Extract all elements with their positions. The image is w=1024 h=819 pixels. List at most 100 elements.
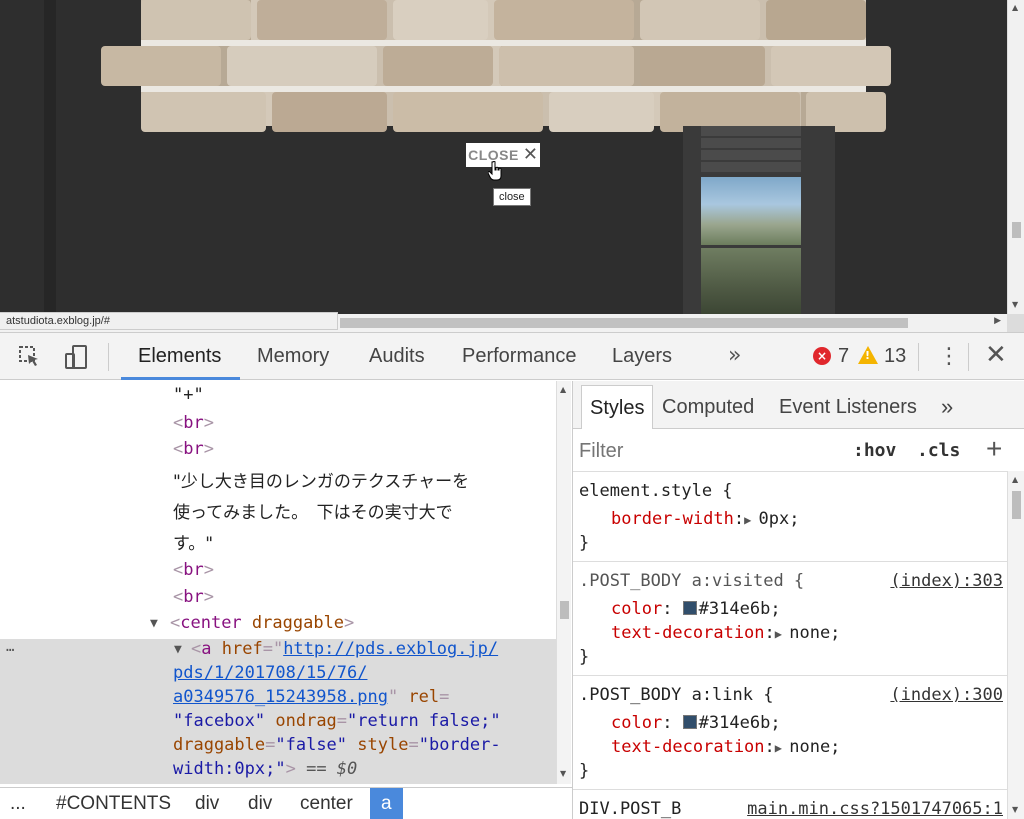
br-node[interactable]: <br> — [173, 560, 214, 580]
scroll-right-icon[interactable]: ▶ — [994, 316, 1001, 326]
expand-triangle-icon[interactable]: ▶ — [775, 741, 789, 755]
node-actions-icon[interactable]: … — [6, 639, 14, 655]
text-node[interactable]: 使ってみました。 下はその実寸大で — [173, 498, 453, 523]
device-toolbar-icon[interactable] — [62, 343, 90, 371]
breadcrumb-ellipsis[interactable]: ... — [4, 788, 32, 819]
breadcrumb-div[interactable]: div — [242, 788, 278, 819]
warning-count[interactable]: 13 — [884, 333, 906, 380]
expand-triangle-icon[interactable]: ▶ — [744, 513, 758, 527]
close-brace: } — [579, 761, 590, 781]
tab-computed[interactable]: Computed — [654, 385, 762, 429]
scroll-up-icon[interactable]: ▲ — [560, 385, 566, 394]
scroll-down-icon[interactable]: ▼ — [1012, 805, 1018, 814]
hov-toggle[interactable]: :hov — [853, 440, 896, 461]
br-node[interactable]: <br> — [173, 439, 214, 459]
text-node-content: "+" — [173, 385, 204, 405]
scroll-up-icon[interactable]: ▲ — [1012, 475, 1018, 484]
rule-property[interactable]: text-decoration:▶ none; — [611, 737, 840, 757]
rule-source-link[interactable]: (index):303 — [890, 571, 1003, 591]
property-value[interactable]: #314e6b; — [699, 599, 781, 619]
text-node[interactable]: "少し大き目のレンガのテクスチャーを — [173, 467, 469, 492]
expand-triangle-icon[interactable]: ▼ — [174, 642, 182, 657]
more-options-icon[interactable]: ⋮ — [938, 333, 960, 380]
scrollbar-thumb[interactable] — [1012, 222, 1021, 238]
breadcrumb-contents[interactable]: #CONTENTS — [50, 788, 177, 819]
thumbnail-building[interactable] — [701, 177, 801, 245]
tab-memory[interactable]: Memory — [257, 333, 329, 380]
tab-performance[interactable]: Performance — [462, 333, 577, 380]
center-node[interactable]: <center draggable> — [170, 613, 354, 633]
property-name[interactable]: text-decoration — [611, 737, 765, 757]
close-button[interactable]: CLOSE ✕ — [466, 143, 540, 167]
scroll-down-icon[interactable]: ▼ — [560, 769, 566, 778]
a-node-cont: draggable="false" style="border- — [173, 735, 501, 755]
tab-event-listeners[interactable]: Event Listeners — [771, 385, 925, 429]
new-rule-icon[interactable]: + — [986, 433, 1002, 465]
elements-scrollbar[interactable]: ▲ ▼ — [556, 381, 571, 784]
scrollbar-thumb[interactable] — [560, 601, 569, 619]
tag-name: center — [180, 613, 242, 633]
tab-styles[interactable]: Styles — [581, 385, 654, 429]
page-vertical-scrollbar[interactable]: ▲ ▼ — [1007, 0, 1024, 314]
thumbnail-brick[interactable] — [701, 126, 801, 174]
expand-triangle-icon[interactable]: ▼ — [150, 616, 158, 631]
more-tabs-icon[interactable]: » — [933, 385, 961, 429]
color-swatch[interactable] — [682, 715, 697, 729]
property-value[interactable]: none; — [789, 623, 840, 643]
styles-scrollbar[interactable]: ▲ ▼ — [1007, 471, 1024, 819]
href-link[interactable]: pds/1/201708/15/76/ — [173, 663, 367, 683]
tab-layers[interactable]: Layers — [612, 333, 672, 380]
rule-property[interactable]: color: #314e6b; — [611, 713, 781, 733]
rule-source-link[interactable]: main.min.css?1501747065:1 — [747, 799, 1003, 819]
page-viewport: CLOSE ✕ close ▲ ▼ ▶ atstudiota.exblog.jp… — [0, 0, 1024, 332]
attr-value: "return false;" — [347, 711, 501, 731]
tab-audits[interactable]: Audits — [369, 333, 425, 380]
cls-toggle[interactable]: .cls — [917, 440, 960, 461]
expand-triangle-icon[interactable]: ▶ — [775, 627, 789, 641]
breadcrumb-a[interactable]: a — [370, 788, 403, 819]
rule-property[interactable]: color: #314e6b; — [611, 599, 781, 619]
brick-texture-image — [101, 0, 891, 132]
inspect-element-icon[interactable] — [16, 343, 44, 371]
text-node[interactable]: す。" — [173, 529, 213, 554]
tag-name: br — [183, 439, 204, 459]
property-value[interactable]: #314e6b; — [699, 713, 781, 733]
scroll-up-icon[interactable]: ▲ — [1012, 3, 1018, 12]
scrollbar-thumb[interactable] — [1012, 491, 1021, 519]
scroll-down-icon[interactable]: ▼ — [1012, 300, 1018, 309]
attr-value: "false" — [275, 735, 348, 755]
rule-selector[interactable]: .POST_BODY a:visited { — [579, 571, 804, 591]
rule-property[interactable]: text-decoration:▶ none; — [611, 623, 840, 643]
a-node[interactable]: <a href="http://pds.exblog.jp/ — [191, 639, 498, 659]
color-swatch[interactable] — [682, 601, 697, 615]
more-tabs-icon[interactable]: » — [728, 333, 741, 380]
rule-selector[interactable]: element.style { — [579, 481, 733, 501]
rule-selector[interactable]: DIV.POST_B — [579, 799, 681, 819]
rule-source-link[interactable]: (index):300 — [890, 685, 1003, 705]
error-icon[interactable]: × — [813, 347, 831, 365]
property-value[interactable]: none; — [789, 737, 840, 757]
property-name[interactable]: text-decoration — [611, 623, 765, 643]
thumbnail-bird[interactable] — [701, 248, 801, 314]
breadcrumb-div[interactable]: div — [189, 788, 225, 819]
text-node[interactable]: "+" — [173, 385, 204, 405]
rule-selector[interactable]: .POST_BODY a:link { — [579, 685, 773, 705]
status-bar-url: atstudiota.exblog.jp/# — [0, 312, 338, 330]
property-name[interactable]: color — [611, 599, 662, 619]
scrollbar-thumb[interactable] — [340, 318, 908, 328]
br-node[interactable]: <br> — [173, 413, 214, 433]
property-name[interactable]: border-width — [611, 509, 734, 529]
attr-name: href — [221, 639, 263, 659]
property-value[interactable]: 0px; — [759, 509, 800, 529]
href-link[interactable]: http://pds.exblog.jp/ — [283, 639, 498, 659]
close-brace: } — [579, 533, 590, 553]
close-devtools-icon[interactable]: ✕ — [985, 333, 1007, 380]
rule-property[interactable]: border-width:▶ 0px; — [611, 509, 799, 529]
property-name[interactable]: color — [611, 713, 662, 733]
br-node[interactable]: <br> — [173, 587, 214, 607]
breadcrumb-center[interactable]: center — [294, 788, 359, 819]
href-link[interactable]: a0349576_15243958.png — [173, 687, 388, 707]
tab-elements[interactable]: Elements — [138, 333, 221, 380]
error-count[interactable]: 7 — [838, 333, 849, 380]
filter-input[interactable] — [579, 440, 779, 463]
